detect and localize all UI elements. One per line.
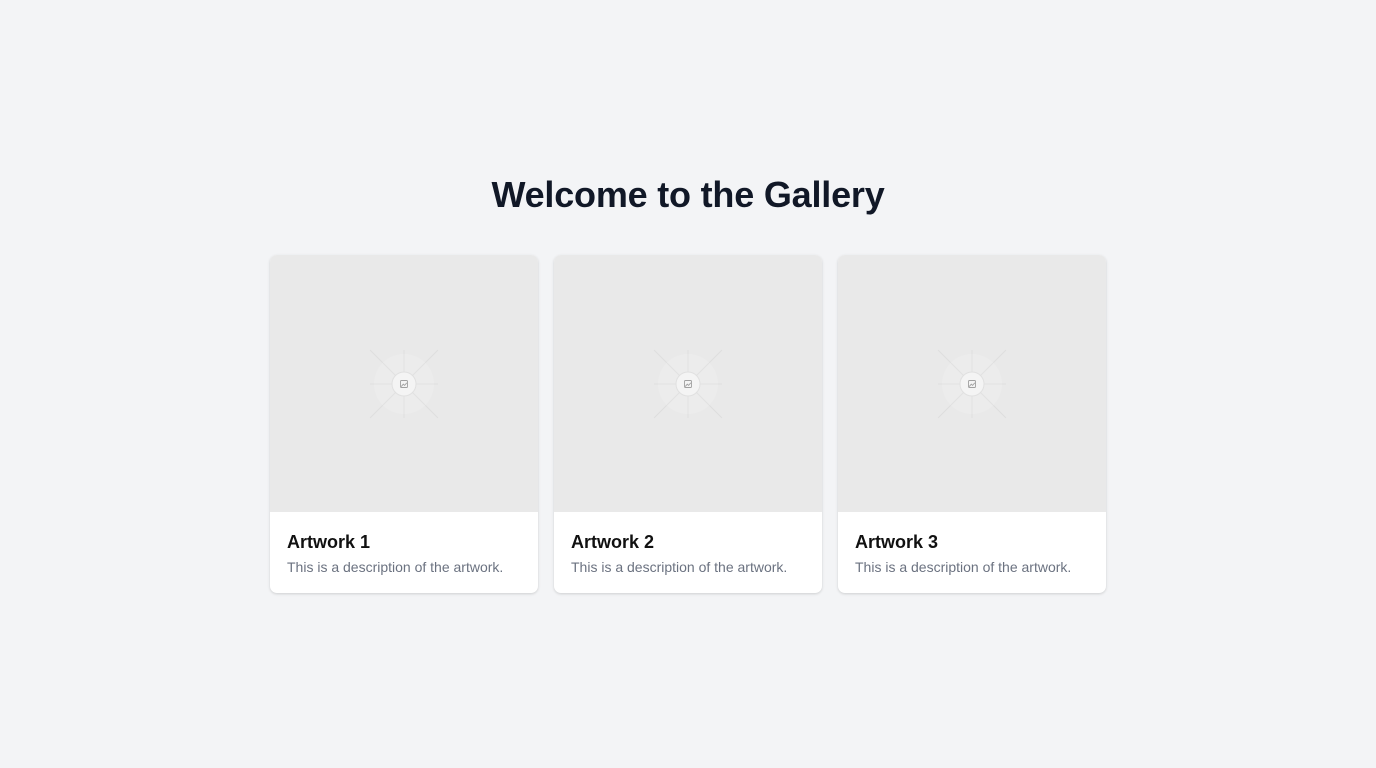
card-body: Artwork 2 This is a description of the a… [554,512,822,577]
artwork-card[interactable]: Artwork 3 This is a description of the a… [838,255,1106,593]
card-body: Artwork 1 This is a description of the a… [270,512,538,577]
image-placeholder-icon [653,349,723,418]
artwork-description: This is a description of the artwork. [571,559,788,575]
artwork-description: This is a description of the artwork. [855,559,1072,575]
artwork-title: Artwork 3 [855,532,939,552]
artwork-description: This is a description of the artwork. [287,559,504,575]
artwork-title: Artwork 1 [287,532,371,552]
card-body: Artwork 3 This is a description of the a… [838,512,1106,577]
artwork-title: Artwork 2 [571,532,655,552]
image-placeholder-icon [937,349,1007,418]
artwork-card[interactable]: Artwork 2 This is a description of the a… [554,255,822,593]
artwork-image[interactable] [270,255,538,512]
artwork-image[interactable] [554,255,822,512]
image-placeholder-icon [369,349,439,418]
page-title: Welcome to the Gallery [491,174,885,215]
artwork-card[interactable]: Artwork 1 This is a description of the a… [270,255,538,593]
artwork-image[interactable] [838,255,1106,512]
gallery-grid: Artwork 1 This is a description of the a… [270,255,1106,593]
